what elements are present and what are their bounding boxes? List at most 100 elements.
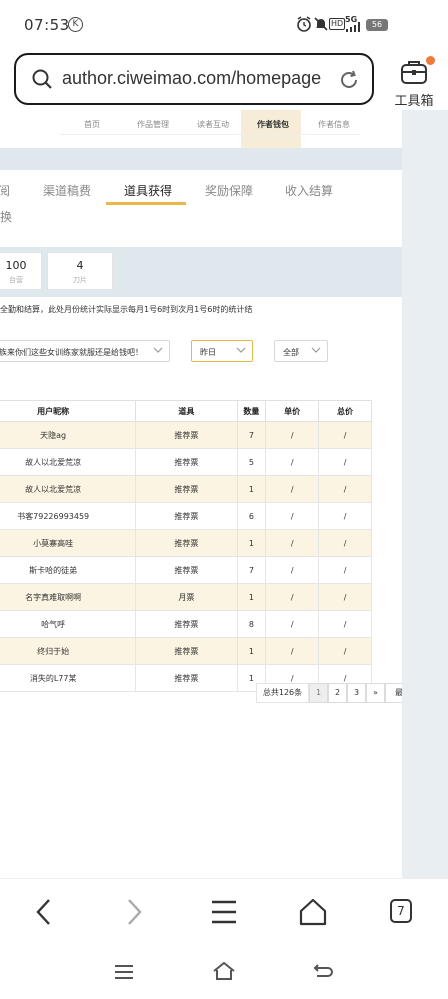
cell-qty: 5 [236, 448, 267, 476]
chevron-down-icon [311, 347, 321, 353]
cell-price: / [265, 637, 320, 665]
toolbox-label: 工具箱 [394, 94, 434, 109]
cell-total: / [318, 475, 372, 503]
address-bar[interactable]: author.ciweimao.com/homepage [14, 53, 374, 105]
tab-props[interactable]: 道具获得 [124, 182, 172, 199]
cell-total: / [318, 583, 372, 611]
cell-qty: 1 [236, 529, 267, 557]
pagination-total: 总共126条 [256, 683, 309, 703]
tab-read[interactable]: 阅 [0, 182, 10, 199]
reload-icon[interactable] [338, 69, 360, 91]
table-header-row: 用户昵称 道具 数量 单价 总价 [0, 400, 372, 422]
recent-apps-icon[interactable] [114, 964, 134, 980]
cell-qty: 1 [236, 583, 267, 611]
tab-rewards[interactable]: 奖励保障 [205, 182, 253, 199]
site-nav: 首页 作品管理 读者互动 作者钱包 作者信息 [0, 110, 402, 148]
page-side-gutter [402, 110, 448, 878]
nav-item-readers[interactable]: 读者互动 [197, 119, 229, 130]
active-tab-underline [106, 202, 186, 205]
cell-prop: 月票 [135, 583, 238, 611]
cell-qty: 1 [236, 475, 267, 503]
cell-price: / [265, 529, 320, 557]
stat-card: 100 台营 [0, 252, 42, 290]
book-select[interactable]: 族来你们这些女训练家就服还是给钱吧！ [0, 340, 170, 362]
cell-prop: 推荐票 [135, 421, 238, 449]
status-time: 07:53 [24, 16, 70, 34]
stats-strip: 100 台营 4 刀片 [0, 247, 402, 297]
cell-nickname: 名字真难取啊啊 [0, 583, 137, 611]
table-row: 斯卡哈的徒弟 推荐票 7// [0, 556, 372, 584]
last-page-button[interactable]: 最 [385, 683, 402, 703]
stat-value: 100 [5, 259, 27, 272]
nav-item-wallet[interactable]: 作者钱包 [257, 119, 289, 130]
nav-item-works[interactable]: 作品管理 [137, 119, 169, 130]
cell-total: / [318, 529, 372, 557]
tab-exchange[interactable]: 换 [0, 208, 12, 225]
type-select-value: 全部 [283, 348, 299, 357]
cell-prop: 推荐票 [135, 529, 238, 557]
date-select[interactable]: 昨日 [191, 340, 253, 362]
tabs-count-button[interactable]: 7 [390, 899, 412, 923]
settlement-note: 全勤和结算，此处月份统计实际显示每月1号6时到次月1号6时的统计结 [0, 305, 253, 314]
toolbox-button[interactable]: 工具箱 [392, 56, 436, 110]
cell-price: / [265, 448, 320, 476]
date-select-value: 昨日 [200, 348, 216, 357]
stat-value: 4 [76, 259, 84, 272]
col-qty: 数量 [236, 400, 267, 422]
cell-price: / [265, 421, 320, 449]
browser-toolbar: 7 [0, 878, 448, 947]
cell-qty: 7 [236, 421, 267, 449]
page-button-3[interactable]: 3 [347, 683, 366, 703]
hd-icon: HD [329, 18, 346, 30]
signal-icon [346, 22, 360, 32]
page-button-1[interactable]: 1 [309, 683, 328, 703]
back-arrow-icon[interactable] [32, 897, 56, 927]
cell-nickname: 终归于始 [0, 637, 137, 665]
nav-divider [60, 134, 360, 135]
cell-prop: 推荐票 [135, 502, 238, 530]
system-back-icon[interactable] [312, 961, 334, 981]
nav-item-wallet-bg[interactable]: 作者钱包 [241, 110, 301, 148]
cell-nickname: 书客79226993459 [0, 502, 137, 530]
next-page-button[interactable]: » [366, 683, 385, 703]
url-text[interactable]: author.ciweimao.com/homepage [62, 68, 321, 89]
nav-item-info[interactable]: 作者信息 [318, 119, 350, 130]
cell-nickname: 小莫寨高哇 [0, 529, 137, 557]
nav-item-home[interactable]: 首页 [84, 119, 100, 130]
col-price: 单价 [265, 400, 320, 422]
cell-total: / [318, 610, 372, 638]
menu-icon[interactable] [210, 898, 238, 926]
cell-total: / [318, 421, 372, 449]
table-row: 终归于始 推荐票 1// [0, 637, 372, 665]
cell-total: / [318, 556, 372, 584]
cell-prop: 推荐票 [135, 475, 238, 503]
cell-total: / [318, 448, 372, 476]
home-icon[interactable] [298, 897, 328, 927]
chevron-down-icon [153, 347, 163, 353]
tab-channel-fee[interactable]: 渠道稿费 [43, 182, 91, 199]
col-total: 总价 [318, 400, 372, 422]
system-home-icon[interactable] [212, 961, 236, 981]
props-table: 用户昵称 道具 数量 单价 总价 天隐ag 推荐票 7// 故人以北爱荒凉 推荐票 5//… [0, 400, 372, 692]
table-row: 故人以北爱荒凉 推荐票 1// [0, 475, 372, 503]
table-row: 小莫寨高哇 推荐票 1// [0, 529, 372, 557]
tab-settlement[interactable]: 收入结算 [285, 182, 333, 199]
cell-price: / [265, 502, 320, 530]
cell-price: / [265, 610, 320, 638]
type-select[interactable]: 全部 [274, 340, 328, 362]
cell-qty: 7 [236, 556, 267, 584]
alarm-icon [297, 16, 311, 32]
cell-price: / [265, 475, 320, 503]
table-row: 名字真难取啊啊 月票 1// [0, 583, 372, 611]
forward-arrow-icon[interactable] [122, 897, 146, 927]
web-page: 首页 作品管理 读者互动 作者钱包 作者信息 阅 渠道稿费 道具获得 奖励保障 … [0, 110, 402, 878]
col-nickname: 用户昵称 [0, 400, 137, 422]
status-bar: 07:53 K HD 5G 56 [0, 0, 448, 50]
cell-nickname: 消失的L77某 [0, 664, 137, 692]
page-button-2[interactable]: 2 [328, 683, 347, 703]
chevron-down-icon [236, 347, 246, 353]
k-badge-icon: K [68, 17, 83, 32]
cell-prop: 推荐票 [135, 556, 238, 584]
cell-prop: 推荐票 [135, 448, 238, 476]
cell-nickname: 天隐ag [0, 421, 137, 449]
